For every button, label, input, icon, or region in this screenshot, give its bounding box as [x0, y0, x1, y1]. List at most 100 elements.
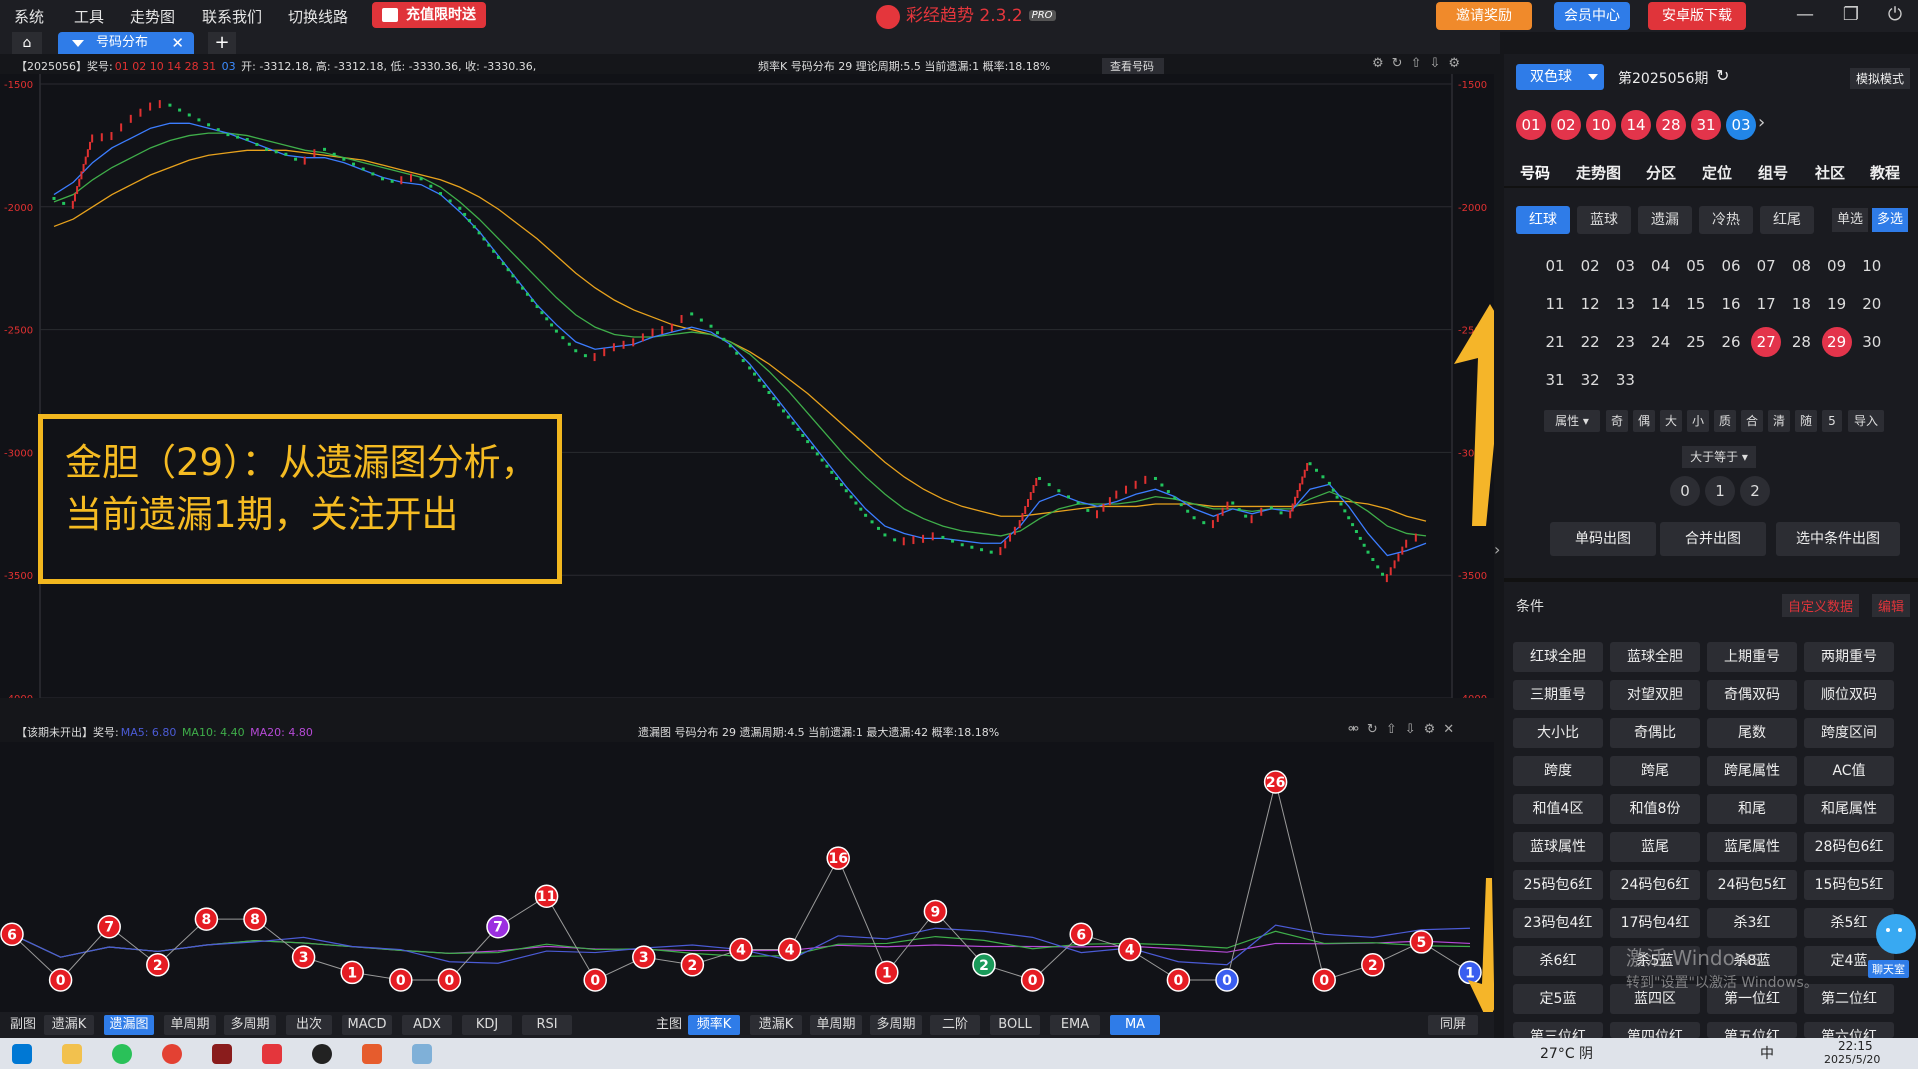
omission-point[interactable]: 4	[729, 937, 753, 962]
up-icon[interactable]: ⇧	[1386, 722, 1405, 737]
chat-icon[interactable]	[1876, 914, 1916, 954]
number-cell[interactable]: 15	[1681, 289, 1711, 319]
condition-button[interactable]: 跨度区间	[1804, 718, 1894, 748]
omission-point[interactable]: 1	[875, 960, 899, 985]
omission-point[interactable]: 2	[146, 953, 170, 977]
condition-button[interactable]: 第三位红	[1513, 1022, 1603, 1045]
omission-point[interactable]: 6	[0, 922, 24, 947]
multi-select-button[interactable]: 多选	[1872, 208, 1908, 232]
attribute-select[interactable]: 属性 ▾	[1544, 410, 1600, 432]
menu-tools[interactable]: 工具	[74, 6, 104, 27]
edit-button[interactable]: 编辑	[1872, 594, 1911, 617]
condition-button[interactable]: 跨度	[1513, 756, 1603, 786]
sub-btn-count[interactable]: 出次	[286, 1015, 332, 1035]
condition-button[interactable]: 28码包6红	[1804, 832, 1894, 862]
number-cell[interactable]: 02	[1575, 251, 1605, 281]
number-cell[interactable]: 29	[1821, 327, 1852, 357]
condition-button[interactable]: 23码包4红	[1513, 908, 1603, 938]
number-cell[interactable]: 12	[1575, 289, 1605, 319]
weather[interactable]: 27°C 阴	[1540, 1043, 1593, 1063]
condition-button[interactable]: 大小比	[1513, 718, 1603, 748]
number-cell[interactable]: 27	[1751, 327, 1782, 357]
sub-btn-omission-k[interactable]: 遗漏K	[44, 1015, 94, 1035]
condition-button[interactable]: 17码包4红	[1610, 908, 1700, 938]
condition-button[interactable]: 三期重号	[1513, 680, 1603, 710]
compare-number[interactable]: 2	[1740, 476, 1770, 506]
number-cell[interactable]: 04	[1646, 251, 1676, 281]
close-icon[interactable]: ✕	[171, 32, 184, 54]
number-cell[interactable]: 31	[1540, 365, 1570, 395]
member-center-button[interactable]: 会员中心	[1554, 2, 1630, 30]
sync-screen-button[interactable]: 同屏	[1428, 1015, 1478, 1035]
menu-contact[interactable]: 联系我们	[202, 6, 262, 27]
close-icon[interactable]: ✕	[1443, 722, 1462, 737]
nav-tab-4[interactable]: 组号	[1758, 162, 1788, 183]
omission-point[interactable]: 3	[632, 945, 656, 969]
home-icon[interactable]: ⌂	[12, 32, 42, 54]
clock-time[interactable]: 22:15	[1838, 1039, 1873, 1053]
attribute-button[interactable]: 小	[1687, 410, 1709, 432]
omission-point[interactable]: 16	[826, 846, 850, 870]
number-cell[interactable]: 05	[1681, 251, 1711, 281]
condition-button[interactable]: 杀6红	[1513, 946, 1603, 976]
file-explorer-icon[interactable]	[62, 1044, 82, 1064]
omission-point[interactable]: 0	[389, 968, 413, 992]
promo-button[interactable]: 充值限时送	[372, 2, 486, 28]
condition-button[interactable]: 15码包5红	[1804, 870, 1894, 900]
omission-point[interactable]: 0	[48, 968, 73, 992]
ball-tab-0[interactable]: 红球	[1516, 206, 1570, 234]
number-cell[interactable]: 11	[1540, 289, 1570, 319]
number-cell[interactable]: 14	[1646, 289, 1676, 319]
condition-button[interactable]: 蓝尾属性	[1707, 832, 1797, 862]
condition-button[interactable]: 红球全胆	[1513, 642, 1603, 672]
omission-chart[interactable]: 60728 831 0 071103 24 4161920640 0260251	[0, 742, 1500, 1012]
clock-date[interactable]: 2025/5/20	[1824, 1053, 1880, 1066]
condition-button[interactable]: 定5蓝	[1513, 984, 1603, 1014]
omission-point[interactable]: 26	[1263, 770, 1288, 794]
condition-button[interactable]: 和尾属性	[1804, 794, 1894, 824]
menu-system[interactable]: 系统	[14, 6, 44, 27]
sub-btn-single-period[interactable]: 单周期	[164, 1015, 216, 1035]
refresh-icon[interactable]: ↻	[1367, 722, 1386, 737]
number-cell[interactable]: 16	[1716, 289, 1746, 319]
condition-button[interactable]: 跨尾属性	[1707, 756, 1797, 786]
nav-tab-3[interactable]: 定位	[1702, 162, 1732, 183]
number-cell[interactable]: 25	[1681, 327, 1711, 357]
next-arrow-icon[interactable]: ›	[1758, 112, 1765, 133]
main-btn-single-period[interactable]: 单周期	[810, 1015, 862, 1035]
sub-btn-rsi[interactable]: RSI	[522, 1015, 572, 1035]
menu-switch-line[interactable]: 切换线路	[288, 6, 348, 27]
condition-button[interactable]: 和值4区	[1513, 794, 1603, 824]
main-btn-boll[interactable]: BOLL	[990, 1015, 1040, 1035]
omission-point[interactable]: 0	[1215, 968, 1239, 992]
custom-data-button[interactable]: 自定义数据	[1782, 594, 1860, 617]
number-cell[interactable]: 19	[1822, 289, 1852, 319]
number-cell[interactable]: 06	[1716, 251, 1746, 281]
compare-number[interactable]: 1	[1705, 476, 1735, 506]
omission-point[interactable]: 0	[583, 968, 607, 992]
omission-point[interactable]: 4	[1118, 937, 1142, 962]
condition-button[interactable]: 25码包6红	[1513, 870, 1603, 900]
qq-icon[interactable]	[312, 1044, 332, 1064]
nav-tab-5[interactable]: 社区	[1815, 162, 1845, 183]
attribute-button[interactable]: 奇	[1606, 410, 1628, 432]
pin-icon[interactable]: ⚮	[1348, 722, 1367, 737]
condition-button[interactable]: 和值8份	[1610, 794, 1700, 824]
omission-point[interactable]: 0	[437, 968, 462, 992]
power-icon[interactable]: ⏻	[1880, 4, 1910, 28]
condition-button[interactable]: 顺位双码	[1804, 680, 1894, 710]
main-btn-multi-period[interactable]: 多周期	[870, 1015, 922, 1035]
omission-point[interactable]: 2	[680, 953, 705, 977]
add-tab-icon[interactable]: +	[208, 32, 236, 54]
condition-button[interactable]: 蓝球全胆	[1610, 642, 1700, 672]
condition-button[interactable]: 两期重号	[1804, 642, 1894, 672]
ball-tab-4[interactable]: 红尾	[1760, 206, 1814, 234]
nav-tab-2[interactable]: 分区	[1646, 162, 1676, 183]
attribute-button[interactable]: 质	[1714, 410, 1736, 432]
down-icon[interactable]: ⇩	[1429, 56, 1448, 71]
gear-icon[interactable]: ⚙	[1424, 722, 1444, 737]
minimize-icon[interactable]: —	[1790, 4, 1820, 28]
number-cell[interactable]: 26	[1716, 327, 1746, 357]
omission-point[interactable]: 1	[340, 960, 364, 985]
action-button-0[interactable]: 单码出图	[1550, 522, 1656, 556]
